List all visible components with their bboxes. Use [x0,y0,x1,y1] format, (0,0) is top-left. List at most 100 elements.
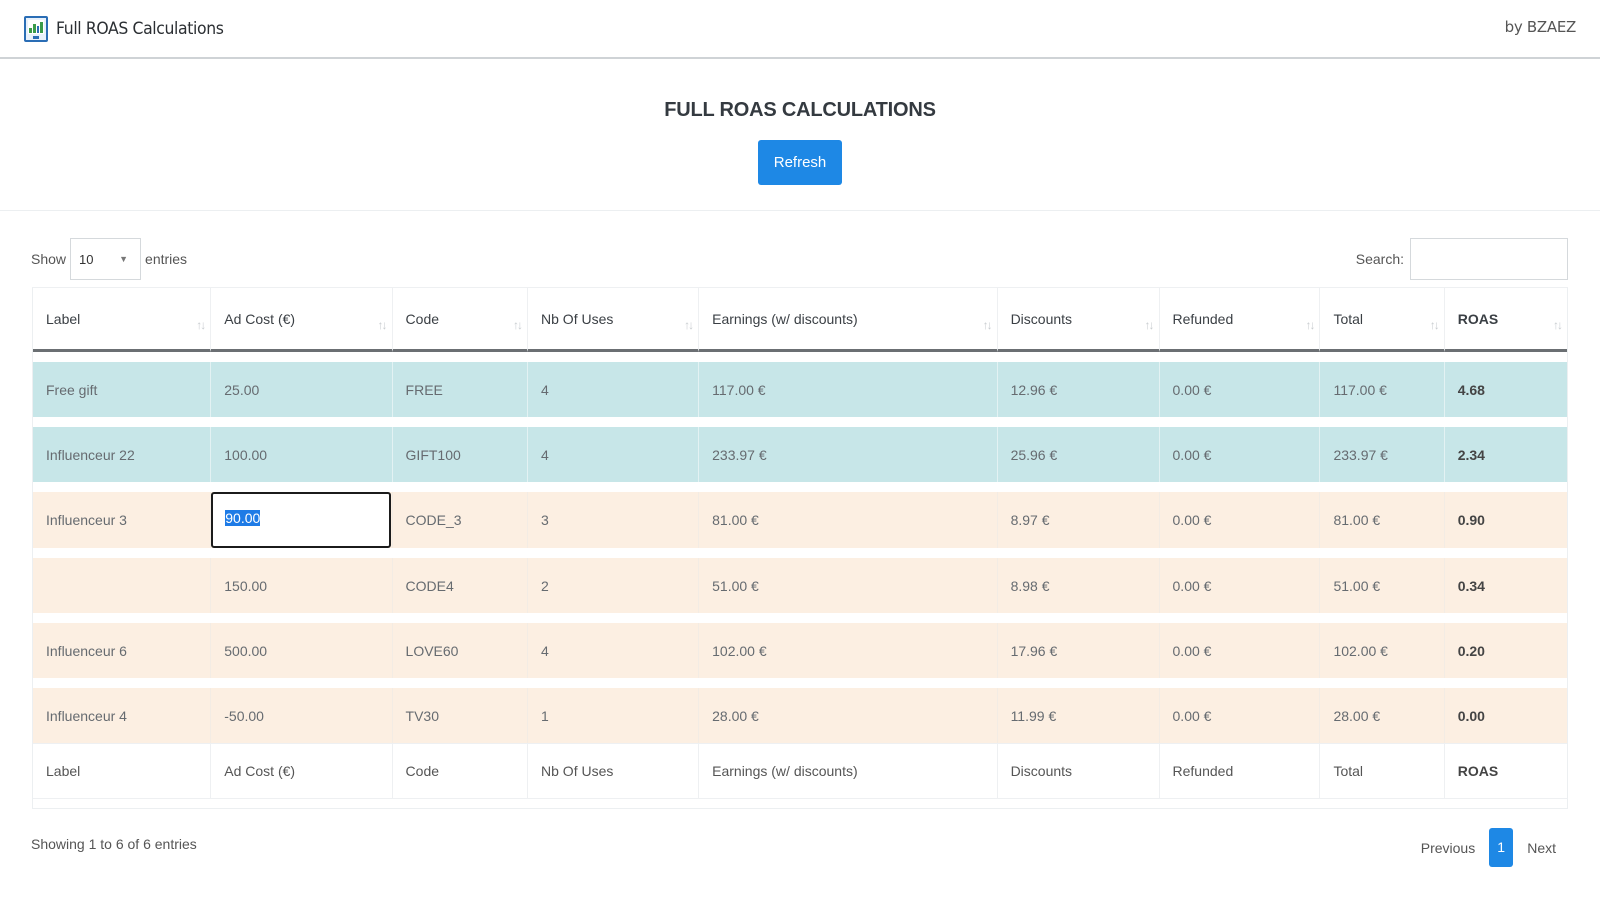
column-header-discounts[interactable]: Discounts ↑↓ [997,288,1160,352]
caret-down-icon: ▼ [119,254,129,264]
cell-code: CODE4 [392,558,529,613]
cell-earnings: 233.97 € [699,427,998,482]
table-row[interactable]: Influenceur 22 100.00 GIFT100 4 233.97 €25.9… [33,427,1567,482]
sort-icon: ↑↓ [1429,318,1440,332]
table-row[interactable]: 150.00 CODE4 2 51.00 €8.98 €0.00 €51.00 €0.… [33,558,1567,613]
selected-text: 90.00 [225,510,261,526]
footer-column-label: Label [33,743,212,798]
cell-total: 102.00 € [1320,623,1445,678]
roas-table-container: Label ↑↓ Ad Cost (€) ↑↓ Code ↑↓ Nb Of Uses ↑… [32,287,1568,809]
cell-total: 81.00 € [1320,492,1445,548]
cell-nb-uses: 4 [528,427,700,482]
table-bottom-spacer [33,798,1567,808]
column-header-total[interactable]: Total ↑↓ [1320,288,1445,352]
sort-icon: ↑↓ [377,318,388,332]
cell-ad-cost[interactable]: 25.00 [211,362,393,417]
cell-nb-uses: 4 [528,362,700,417]
cell-discounts: 8.97 € [997,492,1160,548]
cell-roas: 0.90 [1444,492,1567,548]
table-row[interactable]: Influenceur 4 -50.00 TV30 1 28.00 €11.99 €0.… [33,688,1567,743]
page-length-control: Show 10 ▼ entries [31,238,187,280]
cell-code: TV30 [392,688,529,743]
page-length-select[interactable]: 10 ▼ [70,238,142,280]
footer-column-refunded: Refunded [1159,743,1321,798]
search-label: Search: [1355,251,1404,267]
cell-ad-cost[interactable]: 90.00 [211,492,393,548]
table-row[interactable]: Free gift 25.00 FREE 4 117.00 €12.96 €0.00 €… [33,362,1567,417]
footer-column-discounts: Discounts [997,743,1160,798]
cell-discounts: 25.96 € [997,427,1160,482]
previous-page-button[interactable]: Previous [1421,840,1475,856]
next-page-button[interactable]: Next [1527,840,1556,856]
sort-icon: ↑↓ [513,318,523,332]
column-header-roas[interactable]: ROAS ↑↓ [1444,288,1567,352]
cell-code: GIFT100 [392,427,529,482]
cell-ad-cost[interactable]: 100.00 [211,427,393,482]
row-gap [33,482,1567,492]
cell-earnings: 51.00 € [699,558,998,613]
cell-total: 233.97 € [1320,427,1445,482]
ad-cost-editor-input[interactable]: 90.00 [211,492,392,548]
column-header-code[interactable]: Code ↑↓ [392,288,529,352]
table-row[interactable]: Influenceur 3 90.00 CODE_3 3 81.00 €8.97 €0.… [33,492,1567,548]
footer-column-roas: ROAS [1444,743,1567,798]
cell-refunded: 0.00 € [1159,362,1321,417]
show-label: Show [31,251,67,267]
cell-nb-uses: 4 [528,623,700,678]
row-spacer [33,417,1567,427]
column-header-label[interactable]: Label ↑↓ [33,288,212,352]
column-header-ad-cost[interactable]: Ad Cost (€) ↑↓ [211,288,393,352]
cell-roas: 2.34 [1444,427,1567,482]
row-spacer [33,613,1567,623]
row-gap [33,417,1567,427]
table-row[interactable]: Influenceur 6 500.00 LOVE60 4 102.00 €17.96 … [33,623,1567,678]
footer-column-code: Code [392,743,529,798]
cell-discounts: 12.96 € [997,362,1160,417]
search-control: Search: [1356,238,1568,280]
cell-label: Influenceur 3 [33,492,212,548]
table-info: Showing 1 to 6 of 6 entries [31,836,197,852]
cell-refunded: 0.00 € [1159,688,1321,743]
byline: by BZAEZ [1504,18,1577,36]
sort-icon: ↑↓ [1144,318,1155,332]
row-gap [33,548,1567,558]
row-gap [33,352,1567,362]
cell-total: 117.00 € [1320,362,1445,417]
cell-earnings: 81.00 € [699,492,998,548]
cell-ad-cost[interactable]: 500.00 [211,623,393,678]
sort-icon: ↑↓ [684,318,694,332]
search-input[interactable] [1410,238,1568,280]
column-header-earnings[interactable]: Earnings (w/ discounts) ↑↓ [699,288,998,352]
column-header-refunded[interactable]: Refunded ↑↓ [1159,288,1321,352]
cell-nb-uses: 2 [528,558,700,613]
row-spacer [33,482,1567,492]
cell-ad-cost[interactable]: 150.00 [211,558,393,613]
cell-label [33,558,212,613]
sort-icon: ↑↓ [1305,318,1315,332]
footer-column-ad-cost: Ad Cost (€) [211,743,393,798]
cell-total: 51.00 € [1320,558,1445,613]
row-spacer [33,352,1567,362]
cell-code: LOVE60 [392,623,529,678]
page-title: FULL ROAS CALCULATIONS [664,99,936,121]
table-body: Free gift 25.00 FREE 4 117.00 €12.96 €0.00 €… [33,352,1567,743]
row-spacer [33,548,1567,558]
page-button-1[interactable]: 1 [1489,828,1514,867]
cell-earnings: 117.00 € [699,362,998,417]
column-header-nb-uses[interactable]: Nb Of Uses ↑↓ [528,288,700,352]
row-gap [33,613,1567,623]
cell-ad-cost[interactable]: -50.00 [211,688,393,743]
footer-header-row: Label Ad Cost (€) Code Nb Of Uses Earnin… [33,743,1567,798]
cell-refunded: 0.00 € [1159,427,1321,482]
entries-label: entries [145,251,188,267]
pagination: Previous 1 Next [1421,828,1556,867]
cell-label: Influenceur 6 [33,623,212,678]
cell-label: Influenceur 4 [33,688,212,743]
cell-roas: 4.68 [1444,362,1567,417]
monitor-chart-icon [24,15,48,42]
cell-label: Free gift [33,362,212,417]
page-length-value: 10 [79,251,94,267]
cell-code: CODE_3 [392,492,529,548]
refresh-button[interactable]: Refresh [758,140,842,185]
sort-icon: ↑↓ [196,318,206,332]
